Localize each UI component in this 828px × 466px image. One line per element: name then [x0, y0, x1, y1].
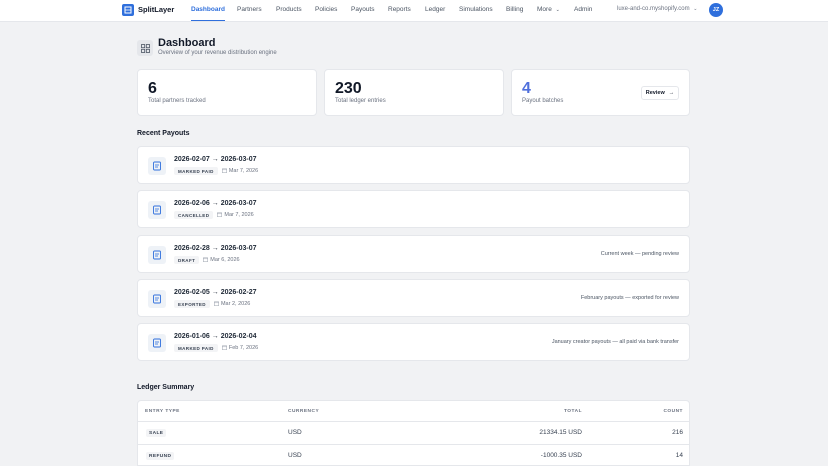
col-header-total: TOTAL: [563, 409, 582, 414]
payout-range: 2026-02-07 → 2026-03-07: [174, 156, 257, 163]
stat-card-payouts: 4 Payout batches Review →: [511, 69, 690, 116]
payout-range: 2026-01-06 → 2026-02-04: [174, 333, 257, 340]
payout-date: Mar 7, 2026: [221, 168, 259, 175]
payout-date-text: Mar 6, 2026: [210, 257, 240, 263]
stat-label: Payout batches: [522, 98, 564, 104]
ledger-table: ENTRY TYPE CURRENCY TOTAL COUNT SALE USD…: [137, 400, 690, 466]
payout-icon: [148, 246, 166, 264]
nav-simulations[interactable]: Simulations: [459, 6, 493, 13]
recent-payouts-title: Recent Payouts: [137, 130, 190, 137]
nav-dashboard[interactable]: Dashboard: [191, 6, 225, 21]
nav-policies[interactable]: Policies: [315, 6, 337, 13]
calendar-icon: [221, 168, 227, 175]
avatar[interactable]: JZ: [709, 3, 723, 17]
status-badge: CANCELLED: [174, 211, 214, 219]
divider: [138, 421, 689, 422]
payout-date: Mar 7, 2026: [217, 212, 254, 219]
payout-range: 2026-02-05 → 2026-02-27: [174, 289, 257, 296]
payout-meta: DRAFT Mar 6, 2026: [174, 256, 240, 264]
stat-value: 4: [522, 80, 531, 97]
payout-note: February payouts — exported for review: [580, 295, 679, 301]
col-header-entry-type: ENTRY TYPE: [145, 409, 180, 414]
chevron-down-icon: ⌄: [693, 6, 698, 12]
nav-admin[interactable]: Admin: [574, 6, 592, 13]
payout-row[interactable]: 2026-02-07 → 2026-03-07 MARKED PAID Mar 7,…: [137, 146, 690, 184]
stat-card-partners: 6 Total partners tracked: [137, 69, 317, 116]
currency-cell: USD: [288, 429, 302, 436]
payout-meta: MARKED PAID Mar 7, 2026: [174, 167, 258, 175]
review-label: Review: [645, 90, 665, 96]
total-cell: -1000.35 USD: [540, 452, 582, 459]
nav-reports[interactable]: Reports: [388, 6, 411, 13]
calendar-icon: [217, 212, 223, 219]
status-badge: MARKED PAID: [174, 344, 218, 352]
stat-value: 230: [335, 80, 362, 97]
divider: [138, 444, 689, 445]
store-name: luxe-and-co.myshopify.com: [617, 6, 690, 12]
payout-meta: MARKED PAID Feb 7, 2026: [174, 344, 258, 352]
stat-label: Total partners tracked: [148, 98, 206, 104]
payout-date-text: Mar 2, 2026: [220, 301, 251, 307]
payout-meta: CANCELLED Mar 7, 2026: [174, 211, 254, 219]
total-cell: 21334.15 USD: [539, 429, 582, 436]
chevron-down-icon: ⌄: [555, 7, 560, 13]
payout-date: Mar 6, 2026: [203, 257, 240, 264]
stat-label: Total ledger entries: [335, 98, 386, 104]
payout-meta: EXPORTED Mar 2, 2026: [174, 300, 250, 308]
nav-payouts[interactable]: Payouts: [351, 6, 375, 13]
nav-billing[interactable]: Billing: [506, 6, 523, 13]
nav-partners[interactable]: Partners: [237, 6, 262, 13]
entry-type-badge: SALE: [146, 429, 167, 437]
arrow-right-icon: →: [668, 90, 675, 96]
status-badge: DRAFT: [174, 256, 200, 264]
status-badge: MARKED PAID: [174, 167, 218, 175]
payout-date: Mar 2, 2026: [214, 301, 250, 308]
count-cell: 216: [672, 429, 683, 436]
payout-range: 2026-02-28 → 2026-03-07: [174, 245, 257, 252]
payout-note: January creator payouts — all paid via b…: [551, 339, 679, 345]
calendar-icon: [221, 345, 227, 352]
grid-icon: [137, 40, 153, 56]
calendar-icon: [214, 301, 219, 308]
payout-icon: [148, 201, 166, 219]
status-badge: EXPORTED: [174, 300, 210, 308]
payout-note: Current week — pending review: [600, 251, 679, 257]
nav-ledger[interactable]: Ledger: [425, 6, 445, 13]
payout-icon: [148, 334, 166, 352]
payout-icon: [148, 290, 166, 308]
review-button[interactable]: Review →: [641, 86, 679, 100]
payout-date-text: Mar 7, 2026: [224, 212, 254, 218]
logo-icon[interactable]: [122, 4, 134, 16]
stat-value: 6: [148, 80, 157, 97]
entry-type-badge: REFUND: [146, 452, 175, 460]
brand-name[interactable]: SplitLayer: [138, 5, 174, 14]
payout-date-text: Mar 7, 2026: [228, 168, 259, 174]
top-nav: SplitLayer Dashboard Partners Products P…: [0, 0, 828, 22]
col-header-count: COUNT: [663, 409, 683, 414]
payout-date-text: Feb 7, 2026: [228, 345, 259, 351]
nav-more-label: More: [537, 6, 552, 13]
col-header-currency: CURRENCY: [288, 409, 320, 414]
payout-row[interactable]: 2026-02-06 → 2026-03-07 CANCELLED Mar 7, 2…: [137, 190, 690, 228]
payout-icon: [148, 157, 166, 175]
payout-date: Feb 7, 2026: [221, 345, 259, 352]
currency-cell: USD: [288, 452, 302, 459]
calendar-icon: [203, 257, 209, 264]
ledger-summary-title: Ledger Summary: [137, 384, 195, 391]
page-title: Dashboard: [158, 37, 216, 49]
payout-range: 2026-02-06 → 2026-03-07: [174, 200, 257, 207]
count-cell: 14: [675, 452, 683, 459]
payout-row[interactable]: 2026-01-06 → 2026-02-04 MARKED PAID Feb 7,…: [137, 323, 690, 361]
payout-row[interactable]: 2026-02-05 → 2026-02-27 EXPORTED Mar 2, 20…: [137, 279, 690, 317]
stat-card-ledger: 230 Total ledger entries: [324, 69, 504, 116]
store-selector[interactable]: luxe-and-co.myshopify.com ⌄: [617, 6, 697, 12]
page-subtitle: Overview of your revenue distribution en…: [158, 50, 277, 56]
nav-more[interactable]: More ⌄: [537, 6, 560, 13]
nav-products[interactable]: Products: [276, 6, 302, 13]
payout-row[interactable]: 2026-02-28 → 2026-03-07 DRAFT Mar 6, 2026 C…: [137, 235, 690, 273]
